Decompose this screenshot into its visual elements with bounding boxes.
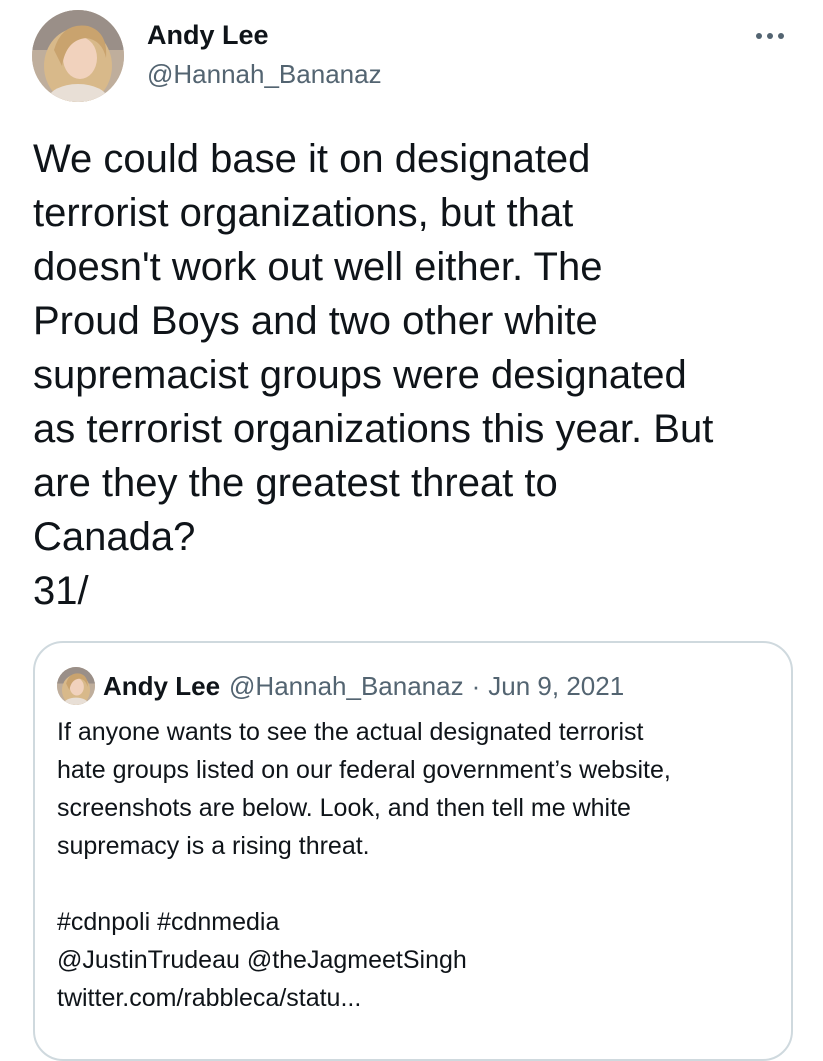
author-display-name[interactable]: Andy Lee bbox=[147, 18, 382, 52]
more-horizontal-icon bbox=[756, 33, 762, 39]
quoted-tweet-date[interactable]: Jun 9, 2021 bbox=[488, 669, 624, 703]
quoted-author-handle: @Hannah_Bananaz bbox=[229, 671, 464, 701]
quoted-text-line: supremacy is a rising threat. bbox=[57, 832, 370, 860]
quoted-text-line: screenshots are below. Look, and then te… bbox=[57, 794, 631, 822]
separator: · bbox=[471, 671, 481, 701]
quoted-avatar[interactable] bbox=[57, 667, 95, 705]
quoted-tweet-header: Andy Lee @Hannah_Bananaz · Jun 9, 2021 bbox=[57, 667, 624, 705]
more-dot bbox=[767, 33, 773, 39]
tweet: Andy Lee @Hannah_Bananaz We could base i… bbox=[0, 0, 823, 1061]
author-info: Andy Lee @Hannah_Bananaz bbox=[147, 18, 382, 92]
quoted-author-name: Andy Lee bbox=[103, 671, 221, 701]
link[interactable]: twitter.com/rabbleca/statu... bbox=[57, 979, 777, 1017]
avatar-photo-icon bbox=[32, 10, 124, 102]
quoted-text-line: If anyone wants to see the actual design… bbox=[57, 718, 644, 746]
author-handle[interactable]: @Hannah_Bananaz bbox=[147, 56, 382, 92]
quoted-tweet[interactable]: Andy Lee @Hannah_Bananaz · Jun 9, 2021 I… bbox=[33, 641, 793, 1061]
quoted-text-line: hate groups listed on our federal govern… bbox=[57, 756, 671, 784]
hashtags[interactable]: #cdnpoli #cdnmedia bbox=[57, 903, 777, 941]
avatar[interactable] bbox=[32, 10, 124, 102]
quoted-tweet-text: If anyone wants to see the actual design… bbox=[57, 713, 777, 1017]
mentions[interactable]: @JustinTrudeau @theJagmeetSingh bbox=[57, 941, 777, 979]
more-options-button[interactable] bbox=[746, 24, 794, 48]
tweet-text: We could base it on designated terrorist… bbox=[33, 137, 714, 613]
more-dot bbox=[778, 33, 784, 39]
avatar-photo-icon bbox=[57, 667, 95, 705]
